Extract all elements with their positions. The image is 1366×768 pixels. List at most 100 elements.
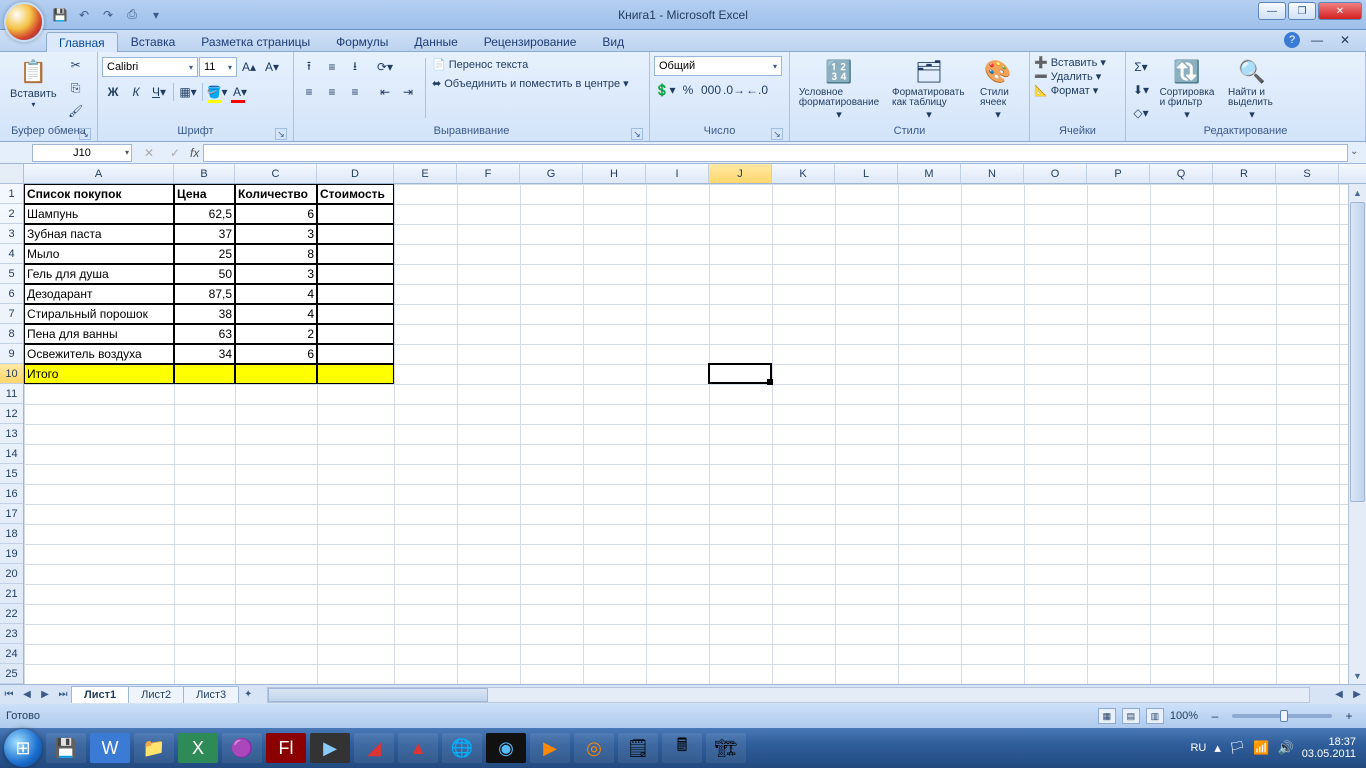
row-header-10[interactable]: 10	[0, 364, 23, 384]
align-center[interactable]: ≡	[321, 81, 343, 103]
grow-font-button[interactable]: A▴	[238, 56, 260, 78]
currency-button[interactable]: 💲▾	[654, 79, 676, 101]
horizontal-scrollbar[interactable]	[267, 687, 1310, 703]
scroll-up[interactable]: ▲	[1349, 184, 1366, 201]
maximize-button[interactable]: ❐	[1288, 2, 1316, 20]
cell-A2[interactable]: Шампунь	[24, 204, 174, 224]
underline-button[interactable]: Ч▾	[148, 81, 170, 103]
tray-clock[interactable]: 18:37 03.05.2011	[1302, 736, 1356, 760]
cell-C4[interactable]: 8	[235, 244, 317, 264]
fill-button[interactable]: ⬇▾	[1130, 79, 1152, 101]
col-header-M[interactable]: M	[898, 164, 961, 183]
col-header-A[interactable]: A	[24, 164, 174, 183]
cancel-formula[interactable]: ✕	[138, 142, 160, 164]
increase-indent[interactable]: ⇥	[397, 81, 419, 103]
new-sheet[interactable]: ✦	[239, 686, 257, 704]
close-button[interactable]: ✕	[1318, 2, 1362, 20]
font-name-combo[interactable]: Calibri▾	[102, 57, 198, 77]
cell-C6[interactable]: 4	[235, 284, 317, 304]
wrap-text-button[interactable]: 📄Перенос текста	[432, 58, 629, 71]
row-header-17[interactable]: 17	[0, 504, 23, 524]
tab-insert[interactable]: Вставка	[118, 31, 189, 51]
row-header-25[interactable]: 25	[0, 664, 23, 684]
row-header-22[interactable]: 22	[0, 604, 23, 624]
office-button[interactable]	[4, 2, 44, 42]
cell-D4[interactable]	[317, 244, 394, 264]
cell-C9[interactable]: 6	[235, 344, 317, 364]
fill-color-button[interactable]: 🪣▾	[206, 81, 228, 103]
taskbar-app5-icon[interactable]: ▶	[530, 733, 570, 763]
row-header-6[interactable]: 6	[0, 284, 23, 304]
cell-D3[interactable]	[317, 224, 394, 244]
row-header-24[interactable]: 24	[0, 644, 23, 664]
tab-home[interactable]: Главная	[46, 32, 118, 52]
select-all-corner[interactable]	[0, 164, 24, 184]
tab-view[interactable]: Вид	[589, 31, 637, 51]
cell-D5[interactable]	[317, 264, 394, 284]
col-header-Q[interactable]: Q	[1150, 164, 1213, 183]
col-header-G[interactable]: G	[520, 164, 583, 183]
row-header-21[interactable]: 21	[0, 584, 23, 604]
row-header-20[interactable]: 20	[0, 564, 23, 584]
shrink-font-button[interactable]: A▾	[261, 56, 283, 78]
next-sheet[interactable]: ▶	[36, 686, 54, 704]
row-header-3[interactable]: 3	[0, 224, 23, 244]
col-header-O[interactable]: O	[1024, 164, 1087, 183]
find-select-button[interactable]: 🔍Найти и выделить▾	[1222, 54, 1282, 123]
font-color-button[interactable]: A▾	[229, 81, 251, 103]
decrease-decimal[interactable]: ←.0	[746, 79, 768, 101]
increase-decimal[interactable]: .0→	[723, 79, 745, 101]
cell-A10[interactable]: Итого	[24, 364, 174, 384]
tab-review[interactable]: Рецензирование	[471, 31, 590, 51]
cells-area[interactable]: Список покупокЦенаКоличествоСтоимостьШам…	[24, 184, 1366, 684]
cell-B3[interactable]: 37	[174, 224, 235, 244]
col-header-I[interactable]: I	[646, 164, 709, 183]
cell-A4[interactable]: Мыло	[24, 244, 174, 264]
taskbar-save-icon[interactable]: 💾	[46, 733, 86, 763]
borders-button[interactable]: ▦▾	[177, 81, 199, 103]
cell-B9[interactable]: 34	[174, 344, 235, 364]
prev-sheet[interactable]: ◀	[18, 686, 36, 704]
align-left[interactable]: ≡	[298, 81, 320, 103]
col-header-S[interactable]: S	[1276, 164, 1339, 183]
row-header-18[interactable]: 18	[0, 524, 23, 544]
zoom-thumb[interactable]	[1280, 710, 1288, 722]
cell-C2[interactable]: 6	[235, 204, 317, 224]
cell-B7[interactable]: 38	[174, 304, 235, 324]
taskbar-kmp-icon[interactable]: ▶	[310, 733, 350, 763]
cell-B4[interactable]: 25	[174, 244, 235, 264]
align-right[interactable]: ≡	[344, 81, 366, 103]
tray-flag-icon[interactable]: 🏳	[1229, 740, 1246, 756]
taskbar-app1-icon[interactable]: 🟣	[222, 733, 262, 763]
col-header-J[interactable]: J	[709, 164, 772, 183]
col-header-C[interactable]: C	[235, 164, 317, 183]
font-launcher[interactable]: ↘	[275, 128, 287, 140]
sheet-tab-2[interactable]: Лист2	[128, 686, 184, 703]
cell-A1[interactable]: Список покупок	[24, 184, 174, 204]
zoom-level[interactable]: 100%	[1170, 710, 1198, 722]
cell-B1[interactable]: Цена	[174, 184, 235, 204]
clipboard-launcher[interactable]: ↘	[79, 128, 91, 140]
number-launcher[interactable]: ↘	[771, 128, 783, 140]
taskbar-app2-icon[interactable]: ◢	[354, 733, 394, 763]
cell-B2[interactable]: 62,5	[174, 204, 235, 224]
cell-C1[interactable]: Количество	[235, 184, 317, 204]
autosum-button[interactable]: Σ▾	[1130, 56, 1152, 78]
cell-D8[interactable]	[317, 324, 394, 344]
row-header-1[interactable]: 1	[0, 184, 23, 204]
col-header-F[interactable]: F	[457, 164, 520, 183]
row-header-5[interactable]: 5	[0, 264, 23, 284]
cut-button[interactable]: ✂	[65, 54, 87, 76]
row-header-8[interactable]: 8	[0, 324, 23, 344]
col-header-E[interactable]: E	[394, 164, 457, 183]
tray-lang[interactable]: RU	[1190, 742, 1206, 754]
cell-C7[interactable]: 4	[235, 304, 317, 324]
cell-A8[interactable]: Пена для ванны	[24, 324, 174, 344]
scroll-down[interactable]: ▼	[1349, 667, 1366, 684]
tray-volume-icon[interactable]: 🔊	[1278, 740, 1294, 756]
tab-data[interactable]: Данные	[401, 31, 470, 51]
col-header-D[interactable]: D	[317, 164, 394, 183]
tab-page-layout[interactable]: Разметка страницы	[188, 31, 323, 51]
row-header-15[interactable]: 15	[0, 464, 23, 484]
qat-customize[interactable]: ▾	[146, 5, 166, 25]
